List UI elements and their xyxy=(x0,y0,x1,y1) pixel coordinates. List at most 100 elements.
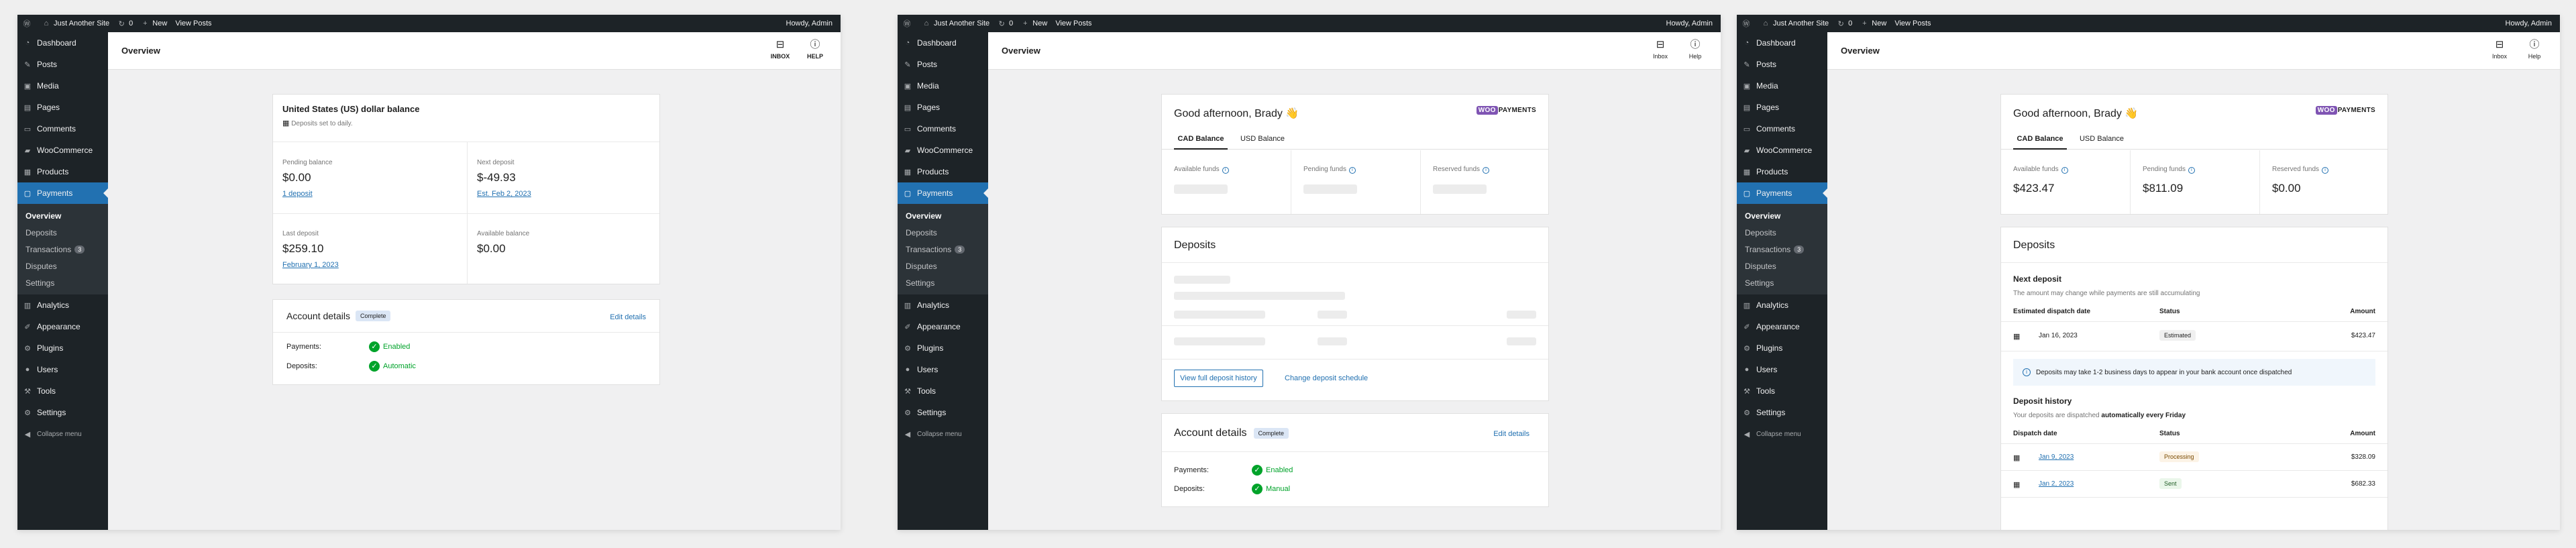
info-icon[interactable]: i xyxy=(1483,167,1490,174)
menu-plugins[interactable]: ⚙ Plugins xyxy=(17,337,108,359)
menu-media[interactable]: ▣ Media xyxy=(17,75,108,97)
view-deposit-history-button[interactable]: View full deposit history xyxy=(1174,370,1263,387)
wordpress-logo-icon[interactable]: Ⓦ xyxy=(903,18,914,29)
menu-dashboard[interactable]: ◔ Dashboard xyxy=(17,32,108,54)
view-posts-link[interactable]: View Posts xyxy=(175,19,211,28)
menu-settings[interactable]: ⚙ Settings xyxy=(1737,402,1827,423)
menu-dashboard[interactable]: ◔ Dashboard xyxy=(898,32,988,54)
help-button[interactable]: ⓘ Help xyxy=(2521,39,2548,60)
menu-media[interactable]: ▣ Media xyxy=(1737,75,1827,97)
menu-woocommerce[interactable]: ▰ WooCommerce xyxy=(1737,140,1827,161)
menu-products[interactable]: ▦ Products xyxy=(898,161,988,182)
menu-dashboard[interactable]: ◔ Dashboard xyxy=(1737,32,1827,54)
info-icon[interactable]: i xyxy=(2188,167,2195,174)
menu-appearance[interactable]: ✐ Appearance xyxy=(898,316,988,337)
info-icon[interactable]: i xyxy=(1222,167,1229,174)
tab-usd-balance[interactable]: USD Balance xyxy=(2075,129,2129,150)
menu-pages[interactable]: ▤ Pages xyxy=(1737,97,1827,118)
last-deposit-link[interactable]: February 1, 2023 xyxy=(282,261,339,269)
submenu-disputes[interactable]: Disputes xyxy=(898,258,988,274)
collapse-menu[interactable]: ◀ Collapse menu xyxy=(898,423,988,445)
new-content-link[interactable]: + New xyxy=(1021,19,1047,28)
site-name-link[interactable]: ⌂ Just Another Site xyxy=(922,19,990,28)
new-content-link[interactable]: + New xyxy=(141,19,167,28)
submenu-deposits[interactable]: Deposits xyxy=(898,224,988,241)
howdy-admin[interactable]: Howdy, Admin xyxy=(1666,15,1713,32)
comments-link[interactable]: ↻ 0 xyxy=(998,19,1014,28)
menu-comments[interactable]: ▭ Comments xyxy=(898,118,988,140)
menu-plugins[interactable]: ⚙ Plugins xyxy=(898,337,988,359)
help-button[interactable]: ⓘ HELP xyxy=(802,39,828,60)
menu-tools[interactable]: ⚒ Tools xyxy=(898,380,988,402)
menu-appearance[interactable]: ✐ Appearance xyxy=(17,316,108,337)
tab-cad-balance[interactable]: CAD Balance xyxy=(1174,129,1228,150)
collapse-menu[interactable]: ◀ Collapse menu xyxy=(17,423,108,445)
info-icon[interactable]: i xyxy=(2322,167,2329,174)
submenu-disputes[interactable]: Disputes xyxy=(1737,258,1827,274)
tab-cad-balance[interactable]: CAD Balance xyxy=(2013,129,2067,150)
collapse-menu[interactable]: ◀ Collapse menu xyxy=(1737,423,1827,445)
view-posts-link[interactable]: View Posts xyxy=(1894,19,1931,28)
menu-payments[interactable]: ▢ Payments xyxy=(898,182,988,204)
menu-pages[interactable]: ▤ Pages xyxy=(898,97,988,118)
inbox-button[interactable]: ⊟ Inbox xyxy=(2486,39,2513,60)
menu-products[interactable]: ▦ Products xyxy=(17,161,108,182)
menu-users[interactable]: ● Users xyxy=(898,359,988,380)
submenu-transactions[interactable]: Transactions 3 xyxy=(1737,241,1827,258)
inbox-button[interactable]: ⊟ Inbox xyxy=(1647,39,1674,60)
submenu-settings[interactable]: Settings xyxy=(898,274,988,291)
menu-media[interactable]: ▣ Media xyxy=(898,75,988,97)
menu-plugins[interactable]: ⚙ Plugins xyxy=(1737,337,1827,359)
menu-posts[interactable]: ✎ Posts xyxy=(1737,54,1827,75)
menu-comments[interactable]: ▭ Comments xyxy=(17,118,108,140)
view-posts-link[interactable]: View Posts xyxy=(1055,19,1091,28)
menu-woocommerce[interactable]: ▰ WooCommerce xyxy=(898,140,988,161)
menu-posts[interactable]: ✎ Posts xyxy=(17,54,108,75)
menu-users[interactable]: ● Users xyxy=(1737,359,1827,380)
menu-comments[interactable]: ▭ Comments xyxy=(1737,118,1827,140)
menu-analytics[interactable]: ▥ Analytics xyxy=(17,294,108,316)
new-content-link[interactable]: + New xyxy=(1860,19,1886,28)
menu-analytics[interactable]: ▥ Analytics xyxy=(1737,294,1827,316)
howdy-admin[interactable]: Howdy, Admin xyxy=(786,15,833,32)
submenu-overview[interactable]: Overview xyxy=(898,207,988,224)
submenu-settings[interactable]: Settings xyxy=(1737,274,1827,291)
info-icon[interactable]: i xyxy=(2061,167,2068,174)
edit-details-link[interactable]: Edit details xyxy=(1493,430,1529,438)
tab-usd-balance[interactable]: USD Balance xyxy=(1236,129,1289,150)
submenu-settings[interactable]: Settings xyxy=(17,274,108,291)
menu-pages[interactable]: ▤ Pages xyxy=(17,97,108,118)
submenu-overview[interactable]: Overview xyxy=(1737,207,1827,224)
deposit-date-link[interactable]: Jan 2, 2023 xyxy=(2039,480,2074,488)
howdy-admin[interactable]: Howdy, Admin xyxy=(2506,15,2553,32)
menu-tools[interactable]: ⚒ Tools xyxy=(1737,380,1827,402)
submenu-disputes[interactable]: Disputes xyxy=(17,258,108,274)
submenu-transactions[interactable]: Transactions 3 xyxy=(17,241,108,258)
change-deposit-schedule-link[interactable]: Change deposit schedule xyxy=(1285,374,1368,382)
site-name-link[interactable]: ⌂ Just Another Site xyxy=(42,19,110,28)
next-deposit-link[interactable]: Est. Feb 2, 2023 xyxy=(477,190,531,198)
wordpress-logo-icon[interactable]: Ⓦ xyxy=(1742,18,1754,29)
menu-users[interactable]: ● Users xyxy=(17,359,108,380)
site-name-link[interactable]: ⌂ Just Another Site xyxy=(1762,19,1829,28)
menu-appearance[interactable]: ✐ Appearance xyxy=(1737,316,1827,337)
info-icon[interactable]: i xyxy=(1348,167,1356,174)
inbox-button[interactable]: ⊟ INBOX xyxy=(767,39,794,60)
pending-deposit-link[interactable]: 1 deposit xyxy=(282,190,333,198)
edit-details-link[interactable]: Edit details xyxy=(610,313,646,321)
menu-settings[interactable]: ⚙ Settings xyxy=(17,402,108,423)
help-button[interactable]: ⓘ Help xyxy=(1682,39,1709,60)
wordpress-logo-icon[interactable]: Ⓦ xyxy=(23,18,34,29)
deposit-date-link[interactable]: Jan 9, 2023 xyxy=(2039,453,2074,461)
comments-link[interactable]: ↻ 0 xyxy=(1837,19,1853,28)
menu-settings[interactable]: ⚙ Settings xyxy=(898,402,988,423)
comments-link[interactable]: ↻ 0 xyxy=(117,19,133,28)
menu-payments[interactable]: ▢ Payments xyxy=(17,182,108,204)
submenu-overview[interactable]: Overview xyxy=(17,207,108,224)
menu-analytics[interactable]: ▥ Analytics xyxy=(898,294,988,316)
menu-payments[interactable]: ▢ Payments xyxy=(1737,182,1827,204)
submenu-deposits[interactable]: Deposits xyxy=(1737,224,1827,241)
menu-posts[interactable]: ✎ Posts xyxy=(898,54,988,75)
menu-woocommerce[interactable]: ▰ WooCommerce xyxy=(17,140,108,161)
submenu-transactions[interactable]: Transactions 3 xyxy=(898,241,988,258)
